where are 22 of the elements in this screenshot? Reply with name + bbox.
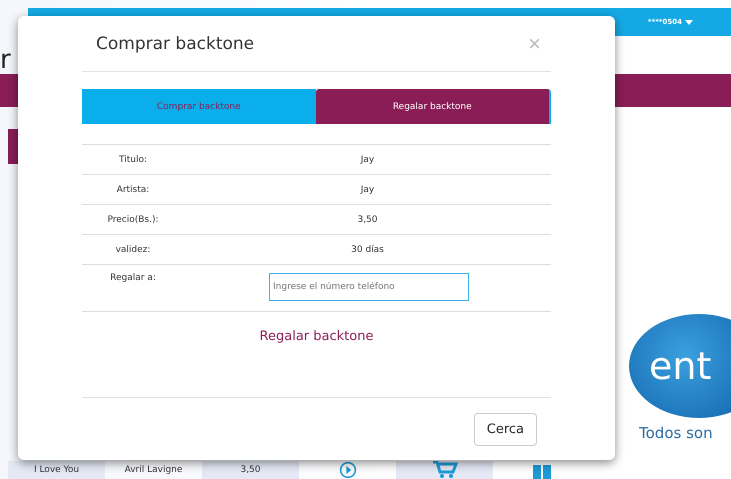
field-value: 3,50 <box>356 214 379 224</box>
table-cell: 3,50 <box>202 461 299 479</box>
gift-link[interactable]: Regalar backtone <box>260 329 374 347</box>
cart-icon[interactable] <box>432 461 458 479</box>
tab[interactable]: Regalar backtone <box>316 89 551 124</box>
phone-input[interactable]: Ingrese el número teléfono <box>269 273 469 301</box>
table-cell-text: Avril Lavigne <box>124 464 184 477</box>
logo-tagline: Todos son <box>639 424 713 442</box>
field-label: Titulo: <box>118 154 148 164</box>
caret-icon <box>685 20 693 24</box>
field-label: Artista: <box>116 184 150 194</box>
close-button[interactable]: Cerca <box>474 413 537 446</box>
field-value: Jay <box>359 154 376 164</box>
logo: ent <box>629 314 731 418</box>
field-label: Regalar a: <box>109 273 157 283</box>
field-value: Jay <box>359 184 376 194</box>
field-value: 30 días <box>350 244 385 254</box>
field-label: validez: <box>114 244 152 254</box>
field-label: Precio(Bs.): <box>106 214 160 224</box>
dialog-title: Comprar backtone <box>96 34 254 54</box>
page-heading: r <box>0 44 11 74</box>
table-cell: I Love You <box>8 461 105 479</box>
